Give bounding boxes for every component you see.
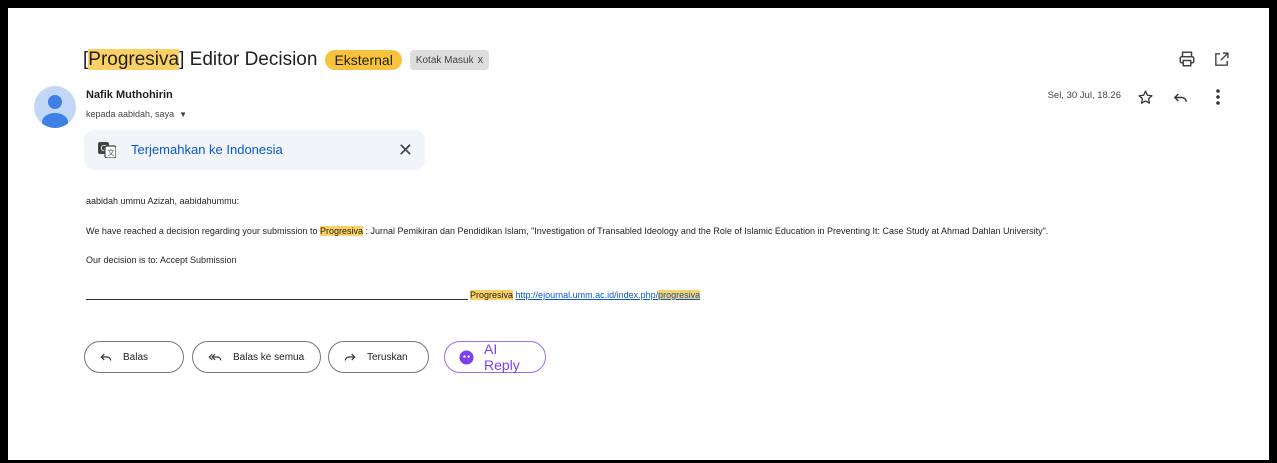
reply-icon[interactable]: [1169, 86, 1191, 108]
reply-all-icon: [207, 350, 223, 364]
signature-divider: [86, 290, 468, 300]
star-icon[interactable]: [1134, 86, 1156, 108]
reply-icon: [99, 350, 113, 364]
decision-line: Our decision is to: Accept Submission: [86, 255, 237, 265]
reply-all-button[interactable]: Balas ke semua: [192, 341, 321, 373]
print-icon[interactable]: [1176, 48, 1198, 70]
journal-link[interactable]: http://ejournal.umm.ac.id/index.php/prog…: [516, 290, 701, 300]
forward-button[interactable]: Teruskan: [328, 341, 429, 373]
email-date: Sel, 30 Jul, 18.26: [1047, 90, 1121, 101]
email-subject: [Progresiva] Editor Decision: [83, 49, 318, 70]
ai-sparkle-icon: [459, 349, 474, 365]
body-highlight: Progresiva: [319, 226, 363, 236]
translate-link[interactable]: Terjemahkan ke Indonesia: [131, 142, 283, 157]
avatar[interactable]: [34, 86, 76, 128]
recipients-toggle[interactable]: kepada aabidah, saya ▼: [86, 109, 187, 119]
ai-reply-button[interactable]: AI Reply: [444, 341, 546, 373]
open-in-new-window-icon[interactable]: [1210, 48, 1232, 70]
svg-text:文: 文: [108, 148, 115, 157]
external-label[interactable]: Eksternal: [325, 50, 402, 70]
subject-row: [Progresiva] Editor Decision Eksternal K…: [83, 46, 490, 74]
more-vert-icon[interactable]: [1207, 86, 1229, 108]
signature: Progresiva http://ejournal.umm.ac.id/ind…: [86, 290, 701, 300]
body-paragraph: We have reached a decision regarding you…: [86, 226, 1049, 236]
signature-journal: Progresiva: [470, 290, 514, 300]
translate-bar: G文 Terjemahkan ke Indonesia ✕: [84, 130, 425, 170]
remove-label-icon[interactable]: x: [478, 54, 484, 66]
chevron-down-icon[interactable]: ▼: [179, 110, 187, 119]
email-view: [Progresiva] Editor Decision Eksternal K…: [8, 8, 1269, 460]
sender-name[interactable]: Nafik Muthohirin: [86, 89, 173, 101]
translate-icon: G文: [98, 142, 117, 163]
forward-icon: [343, 350, 357, 364]
greeting: aabidah ummu Azizah, aabidahummu:: [86, 196, 240, 206]
inbox-label[interactable]: Kotak Masuk x: [409, 50, 490, 70]
close-icon[interactable]: ✕: [398, 140, 413, 161]
subject-highlight: Progresiva: [88, 49, 180, 70]
reply-button[interactable]: Balas: [84, 341, 184, 373]
